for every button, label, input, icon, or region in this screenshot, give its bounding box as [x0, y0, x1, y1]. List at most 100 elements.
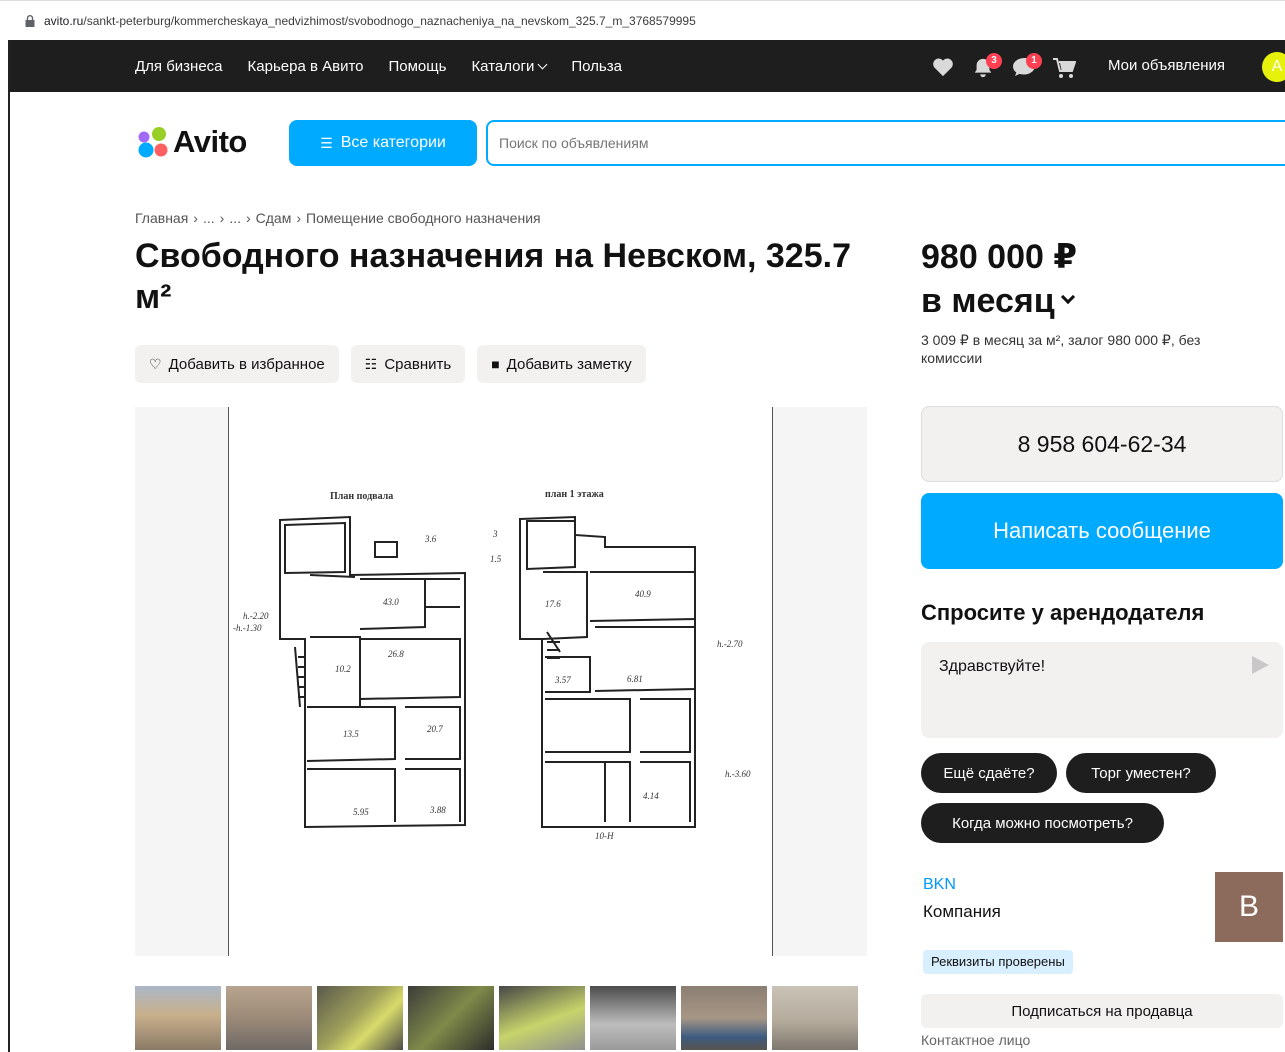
quick-question-bargain[interactable]: Торг уместен?	[1066, 753, 1216, 793]
photo-thumbnails	[135, 986, 863, 1050]
note-icon: ■	[491, 356, 500, 372]
svg-text:3.88: 3.88	[429, 805, 446, 815]
breadcrumb-rent[interactable]: Сдам	[256, 210, 292, 226]
nav-link-catalogs[interactable]: Каталоги	[471, 57, 548, 75]
breadcrumb-item[interactable]: ...	[203, 210, 215, 226]
svg-text:1.5: 1.5	[490, 554, 502, 564]
window-edge	[8, 40, 10, 1052]
breadcrumb-category[interactable]: Помещение свободного назначения	[306, 210, 541, 226]
svg-text:17.6: 17.6	[545, 599, 561, 609]
top-navigation: Для бизнеса Карьера в Авито Помощь Катал…	[10, 40, 1285, 92]
user-avatar[interactable]: А	[1262, 52, 1285, 82]
main-photo[interactable]: h.-2.20 -h.-1.30 10.2 43.0 26.8 13.5 20.…	[135, 407, 867, 956]
svg-text:3.57: 3.57	[554, 675, 571, 685]
thumbnail-5[interactable]	[499, 986, 585, 1050]
notifications-badge: 3	[986, 53, 1002, 69]
chevron-down-icon	[1060, 289, 1075, 305]
seller-name-link[interactable]: BKN	[923, 876, 956, 894]
ask-message-input[interactable]: Здравствуйте!	[921, 642, 1283, 738]
add-to-favorites-button[interactable]: ♡ Добавить в избранное	[135, 345, 339, 383]
breadcrumb-home[interactable]: Главная	[135, 210, 188, 226]
messages-button[interactable]: 1	[1010, 53, 1042, 79]
phone-number: 8 958 604-62-34	[1017, 430, 1187, 457]
url-path: /sankt-peterburg/kommercheskaya_nedvizhi…	[83, 14, 696, 28]
svg-text:40.9: 40.9	[635, 589, 651, 599]
svg-text:26.8: 26.8	[388, 649, 404, 659]
breadcrumb-separator: ›	[193, 210, 198, 226]
thumbnail-8[interactable]	[772, 986, 858, 1050]
svg-text:h.-2.70: h.-2.70	[717, 639, 743, 649]
my-ads-link[interactable]: Мои объявления	[1108, 57, 1225, 74]
quick-question-label: Торг уместен?	[1091, 764, 1191, 782]
send-icon[interactable]	[1252, 656, 1269, 674]
all-categories-label: Все категории	[340, 134, 446, 151]
nav-link-business[interactable]: Для бизнеса	[135, 58, 223, 75]
price-note: 3 009 ₽ в месяц за м², залог 980 000 ₽, …	[921, 332, 1201, 366]
notifications-button[interactable]: 3	[970, 53, 1002, 79]
search-input[interactable]	[486, 120, 1285, 166]
chevron-down-icon	[537, 59, 548, 69]
svg-text:6.81: 6.81	[627, 674, 643, 684]
compare-button[interactable]: ☷ Сравнить	[350, 345, 466, 383]
phone-number-button[interactable]: 8 958 604-62-34	[921, 406, 1283, 482]
logo-dots-icon	[138, 127, 168, 158]
svg-text:-h.-1.30: -h.-1.30	[233, 623, 262, 633]
svg-text:10-H: 10-H	[595, 831, 614, 841]
quick-question-label: Когда можно посмотреть?	[952, 814, 1133, 832]
url-text[interactable]: avito.ru/sankt-peterburg/kommercheskaya_…	[44, 14, 696, 28]
quick-question-viewing[interactable]: Когда можно посмотреть?	[921, 803, 1164, 843]
thumbnail-1[interactable]	[135, 986, 221, 1050]
thumbnail-4[interactable]	[408, 986, 494, 1050]
all-categories-button[interactable]: ☰ Все категории	[289, 120, 477, 166]
svg-text:5.95: 5.95	[353, 807, 369, 817]
write-message-label: Написать сообщение	[993, 518, 1211, 543]
add-to-favorites-label: Добавить в избранное	[168, 355, 325, 373]
cart-icon	[1053, 58, 1076, 78]
nav-link-catalogs-label: Каталоги	[471, 57, 535, 75]
breadcrumb: Главная ›... ›... › Сдам › Помещение свободног…	[135, 210, 541, 226]
subscribe-seller-button[interactable]: Подписаться на продавца	[921, 994, 1283, 1028]
favorites-button[interactable]	[930, 53, 958, 79]
svg-text:h.-2.20: h.-2.20	[243, 611, 269, 621]
contact-person-label: Контактное лицо	[921, 1032, 1031, 1048]
breadcrumb-item[interactable]: ...	[229, 210, 241, 226]
address-bar[interactable]: avito.ru/sankt-peterburg/kommercheskaya_…	[0, 0, 1285, 40]
compare-icon: ☷	[364, 355, 378, 372]
thumbnail-7[interactable]	[681, 986, 767, 1050]
price: 980 000 ₽	[921, 238, 1078, 276]
svg-text:20.7: 20.7	[427, 724, 443, 734]
thumbnail-2[interactable]	[226, 986, 312, 1050]
compare-label: Сравнить	[384, 355, 452, 373]
ask-message-text: Здравствуйте!	[939, 658, 1046, 675]
breadcrumb-separator: ›	[219, 210, 225, 226]
avito-logo[interactable]: Avito	[135, 124, 265, 162]
floor-plan-drawing: h.-2.20 -h.-1.30 10.2 43.0 26.8 13.5 20.…	[233, 489, 751, 841]
thumbnail-3[interactable]	[317, 986, 403, 1050]
heart-outline-icon: ♡	[149, 355, 162, 372]
nav-link-career[interactable]: Карьера в Авито	[248, 58, 364, 75]
write-message-button[interactable]: Написать сообщение	[921, 493, 1283, 569]
svg-text:4.14: 4.14	[643, 791, 659, 801]
url-host: avito.ru	[44, 14, 84, 28]
nav-link-help[interactable]: Помощь	[389, 58, 447, 75]
svg-text:10.2: 10.2	[335, 664, 351, 674]
price-period[interactable]: в месяц	[921, 280, 1075, 322]
nav-link-benefit[interactable]: Польза	[571, 58, 622, 75]
seller-type: Компания	[923, 902, 1001, 921]
messages-badge: 1	[1026, 53, 1042, 69]
add-note-button[interactable]: ■ Добавить заметку	[477, 345, 646, 383]
svg-text:3: 3	[492, 529, 498, 539]
seller-avatar[interactable]: B	[1215, 872, 1283, 942]
quick-question-label: Ещё сдаёте?	[943, 764, 1035, 782]
svg-text:h.-3.60: h.-3.60	[725, 769, 751, 779]
plan-label-floor1: план 1 этажа	[545, 489, 604, 500]
price-period-label: в месяц	[921, 282, 1055, 320]
listing-title: Свободного назначения на Невском, 325.7 …	[135, 237, 851, 316]
cart-button[interactable]	[1050, 53, 1078, 79]
quick-question-still-renting[interactable]: Ещё сдаёте?	[921, 753, 1057, 793]
svg-text:3.6: 3.6	[424, 534, 437, 544]
thumbnail-6[interactable]	[590, 986, 676, 1050]
lock-icon	[25, 15, 35, 27]
plan-label-basement: План подвала	[330, 491, 393, 502]
svg-text:13.5: 13.5	[343, 729, 359, 739]
